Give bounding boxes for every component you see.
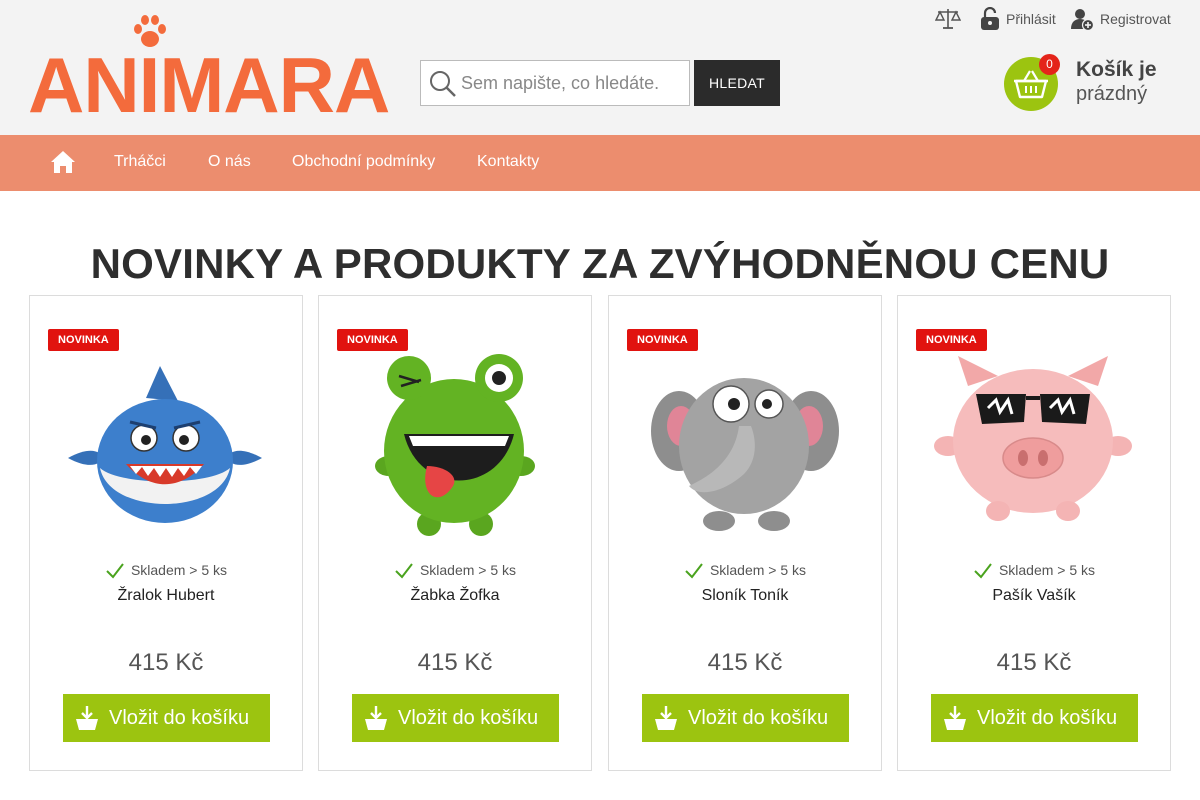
add-to-cart-label: Vložit do košíku — [977, 706, 1118, 729]
cart-title: Košík je — [1076, 58, 1157, 81]
add-to-basket-icon — [76, 706, 98, 730]
product-price: 415 Kč — [128, 649, 204, 676]
main-nav: Trháčci O nás Obchodní podmínky Kontakty — [0, 135, 1200, 191]
product-price: 415 Kč — [996, 649, 1072, 676]
product-name[interactable]: Sloník Toník — [609, 587, 881, 605]
product-price: 415 Kč — [707, 649, 783, 676]
search-input[interactable] — [461, 61, 687, 105]
add-to-cart-button[interactable]: Vložit do košíku — [931, 694, 1138, 742]
site-logo[interactable]: ANIMARA — [28, 14, 392, 129]
add-to-cart-label: Vložit do košíku — [109, 706, 250, 729]
compare-scales-icon — [935, 9, 961, 29]
section-heading: NOVINKY A PRODUKTY ZA ZVÝHODNĚNOU CENU — [90, 240, 1110, 287]
lock-icon — [981, 7, 999, 30]
nav-item-obchodni-podminky[interactable]: Obchodní podmínky — [292, 153, 435, 171]
logo-text: ANIMARA — [28, 41, 390, 129]
frog-plush-image[interactable] — [349, 346, 559, 536]
product-card[interactable]: NOVINKA Skladem > 5 ks Žralok Hubert 415… — [29, 295, 303, 771]
product-name[interactable]: Žabka Žofka — [319, 587, 591, 605]
nav-item-o-nas[interactable]: O nás — [208, 153, 251, 171]
pig-plush-image[interactable] — [928, 346, 1138, 536]
login-label: Přihlásit — [1006, 11, 1056, 27]
check-icon — [685, 563, 703, 579]
login-link[interactable]: Přihlásit — [980, 6, 1056, 32]
search-button[interactable]: HLEDAT — [694, 60, 780, 106]
register-link[interactable]: Registrovat — [1070, 6, 1171, 32]
product-card[interactable]: NOVINKA Skladem > 5 ks Pašík Vašík 415 K… — [897, 295, 1171, 771]
stock-status: Skladem > 5 ks — [30, 562, 302, 580]
stock-status: Skladem > 5 ks — [319, 562, 591, 580]
add-to-basket-icon — [655, 706, 677, 730]
product-card[interactable]: NOVINKA Skladem > 5 ks Žabka Žofka 415 K… — [318, 295, 592, 771]
add-to-basket-icon — [944, 706, 966, 730]
stock-label: Skladem > 5 ks — [130, 562, 228, 578]
product-name[interactable]: Žralok Hubert — [30, 587, 302, 605]
check-icon — [106, 563, 124, 579]
stock-label: Skladem > 5 ks — [709, 562, 807, 578]
add-to-cart-label: Vložit do košíku — [398, 706, 539, 729]
add-to-cart-label: Vložit do košíku — [688, 706, 829, 729]
check-icon — [974, 563, 992, 579]
stock-label: Skladem > 5 ks — [998, 562, 1096, 578]
product-name[interactable]: Pašík Vašík — [898, 587, 1170, 605]
search-icon — [430, 71, 456, 97]
cart-subtitle: prázdný — [1076, 83, 1148, 105]
cart-count-badge: 0 — [1039, 54, 1060, 75]
cart-widget[interactable]: 0 Košík je prázdný — [1004, 54, 1194, 113]
add-user-icon — [1071, 9, 1094, 31]
add-to-cart-button[interactable]: Vložit do košíku — [63, 694, 270, 742]
nav-item-trhacci[interactable]: Trháčci — [114, 153, 166, 171]
stock-label: Skladem > 5 ks — [419, 562, 517, 578]
home-icon[interactable] — [50, 150, 76, 174]
product-card[interactable]: NOVINKA Skladem > 5 ks Sloník Toník 415 … — [608, 295, 882, 771]
product-price: 415 Kč — [417, 649, 493, 676]
search-box — [420, 60, 690, 106]
add-to-basket-icon — [365, 706, 387, 730]
elephant-plush-image[interactable] — [639, 346, 849, 536]
nav-item-kontakty[interactable]: Kontakty — [477, 153, 539, 171]
shark-plush-image[interactable] — [60, 346, 270, 536]
stock-status: Skladem > 5 ks — [609, 562, 881, 580]
register-label: Registrovat — [1100, 11, 1171, 27]
compare-link[interactable] — [935, 6, 967, 32]
add-to-cart-button[interactable]: Vložit do košíku — [352, 694, 559, 742]
check-icon — [395, 563, 413, 579]
site-header: ANIMARA HLEDAT Přihlásit — [0, 0, 1200, 135]
stock-status: Skladem > 5 ks — [898, 562, 1170, 580]
add-to-cart-button[interactable]: Vložit do košíku — [642, 694, 849, 742]
